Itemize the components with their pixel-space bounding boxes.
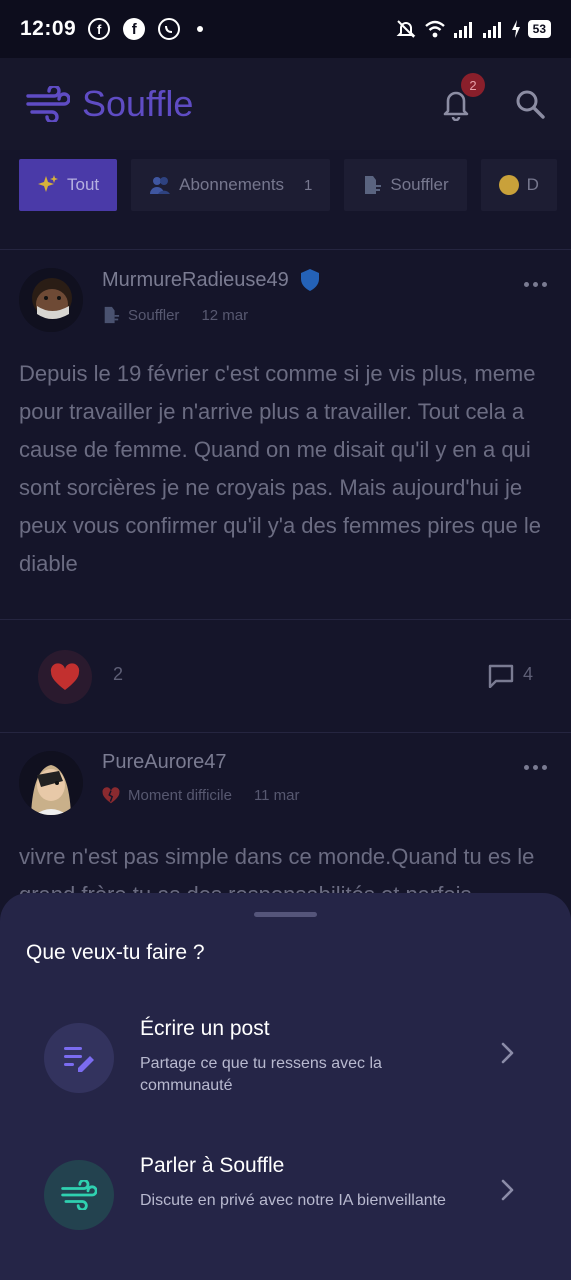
signal-icon-2: [482, 22, 501, 38]
comment-count: 4: [523, 664, 534, 684]
divider: [0, 249, 571, 250]
notifications-button[interactable]: 2: [441, 73, 485, 122]
post-date: 11 mar: [253, 787, 300, 804]
notification-badge: 2: [461, 73, 485, 97]
sparkles-icon: [38, 175, 58, 192]
avatar[interactable]: [19, 751, 83, 815]
status-time: 12:09: [20, 17, 77, 40]
post-category: Moment difficile: [128, 787, 232, 804]
status-bar: 12:09 f f 53: [0, 0, 571, 58]
tab-souffler[interactable]: Souffler: [344, 159, 467, 211]
write-post-option[interactable]: Écrire un post Partage ce que tu ressens…: [0, 1017, 571, 1117]
edit-list-icon: [64, 1047, 94, 1072]
battery-indicator: 53: [527, 20, 551, 38]
facebook-icon: f: [123, 18, 146, 40]
post-header: PureAurore47 Moment difficile 11 mar: [19, 751, 300, 815]
like-count: 2: [113, 664, 124, 684]
post-body: Depuis le 19 février c'est comme si je v…: [19, 361, 541, 576]
wind-face-icon: [104, 306, 120, 324]
wifi-icon: [424, 20, 445, 38]
chevron-right-icon: [501, 1042, 514, 1064]
divider: [0, 732, 571, 733]
option-description: Partage ce que tu ressens avec la commun…: [140, 1055, 382, 1094]
tab-abonnements[interactable]: Abonnements 1: [131, 159, 331, 211]
tab-label: Souffler: [390, 175, 449, 194]
heart-icon: [50, 663, 80, 690]
post-menu-button[interactable]: [524, 282, 547, 287]
tab-count: 1: [304, 176, 313, 194]
facebook-notification-icon: f: [88, 18, 111, 40]
comment-icon[interactable]: [488, 664, 514, 688]
do-not-disturb-icon: [396, 20, 416, 38]
talk-icon-circle: [44, 1160, 114, 1230]
broken-heart-icon: [102, 787, 120, 804]
author-name[interactable]: MurmureRadieuse49: [102, 269, 289, 292]
post-category: Souffler: [128, 306, 180, 324]
tab-label: Tout: [67, 175, 100, 194]
tab-tout[interactable]: Tout: [19, 159, 118, 211]
wind-icon: [61, 1180, 97, 1210]
option-description: Discute en privé avec notre IA bienveill…: [140, 1192, 446, 1209]
tab-d[interactable]: D: [480, 159, 557, 211]
more-notifications-dot: [197, 26, 204, 32]
sheet-drag-handle[interactable]: [254, 912, 317, 917]
whatsapp-icon: [158, 18, 181, 40]
post-date: 12 mar: [201, 306, 249, 324]
option-title: Écrire un post: [140, 1017, 270, 1040]
post-card: PureAurore47 Moment difficile 11 mar viv…: [0, 751, 571, 907]
filter-tabs: Tout Abonnements 1 Souffler D: [19, 159, 557, 211]
option-title: Parler à Souffle: [140, 1154, 285, 1177]
action-bottom-sheet: Que veux-tu faire ? Écrire un post Parta…: [0, 893, 571, 1280]
sad-face-icon: [498, 175, 519, 195]
post-menu-button[interactable]: [524, 765, 547, 770]
write-post-icon-circle: [44, 1023, 114, 1093]
wind-face-icon: [365, 176, 382, 194]
tab-label: D: [526, 175, 539, 194]
wind-logo-icon: [26, 86, 70, 122]
sheet-title: Que veux-tu faire ?: [26, 941, 205, 964]
post-actions: 2 4: [0, 620, 571, 732]
chevron-right-icon: [501, 1179, 514, 1201]
verified-shield-icon: [300, 269, 319, 291]
avatar[interactable]: [19, 268, 83, 332]
talk-to-souffle-option[interactable]: Parler à Souffle Discute en privé avec n…: [0, 1154, 571, 1254]
signal-icon: [453, 22, 472, 38]
app-header: Souffle 2: [0, 58, 571, 150]
charging-icon: [511, 20, 520, 38]
post-header: MurmureRadieuse49 Souffler 12 mar: [19, 268, 321, 332]
author-name[interactable]: PureAurore47: [102, 751, 227, 774]
search-icon[interactable]: [515, 89, 545, 119]
tab-label: Abonnements: [179, 175, 285, 194]
app-title: Souffle: [82, 83, 194, 124]
like-button[interactable]: [38, 650, 92, 704]
app-logo[interactable]: Souffle: [26, 83, 193, 125]
people-icon: [150, 177, 171, 194]
